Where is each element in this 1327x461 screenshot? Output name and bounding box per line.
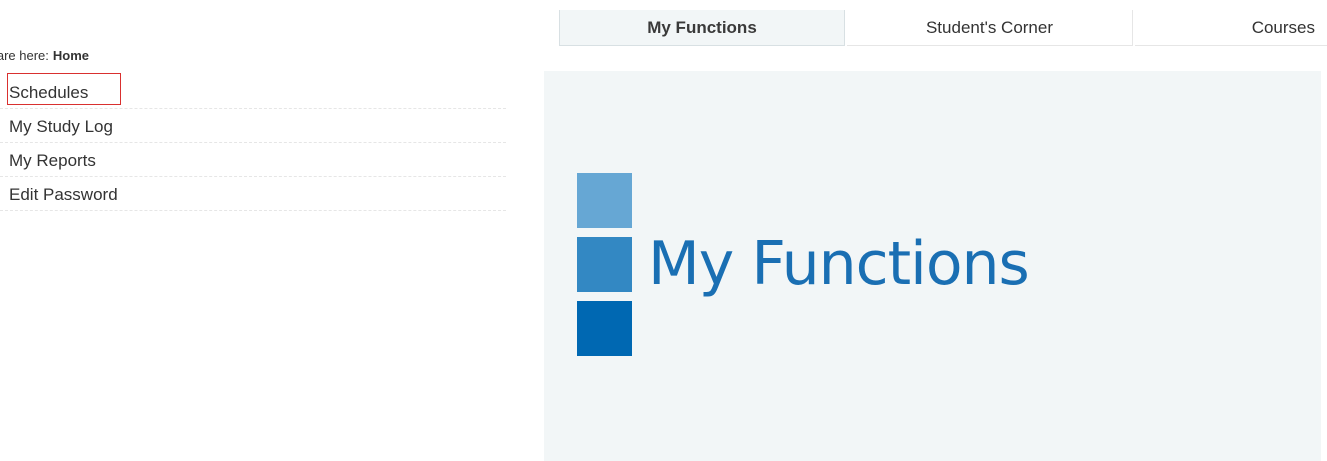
sidebar-item-my-reports[interactable]: My Reports: [0, 143, 506, 177]
hero-title: My Functions: [648, 229, 1030, 299]
sidebar-item-label[interactable]: Schedules: [9, 83, 88, 103]
sidebar-item-label[interactable]: My Reports: [9, 151, 96, 171]
side-menu: Schedules My Study Log My Reports Edit P…: [0, 73, 506, 211]
sidebar-item-edit-password[interactable]: Edit Password: [0, 177, 506, 211]
breadcrumb-current-home[interactable]: Home: [53, 48, 89, 63]
tab-students-corner[interactable]: Student's Corner: [847, 10, 1133, 46]
logo-block-dark: [577, 301, 632, 356]
hero-panel: My Functions: [544, 71, 1321, 461]
sidebar-item-label[interactable]: Edit Password: [9, 185, 118, 205]
tab-my-functions[interactable]: My Functions: [559, 10, 845, 46]
logo-block-mid: [577, 237, 632, 292]
sidebar-item-schedules[interactable]: Schedules: [0, 73, 506, 109]
logo-block-light: [577, 173, 632, 228]
sidebar-item-my-study-log[interactable]: My Study Log: [0, 109, 506, 143]
breadcrumb: u are here: Home: [0, 48, 200, 63]
tab-courses[interactable]: Courses: [1135, 10, 1327, 46]
breadcrumb-prefix: u are here:: [0, 48, 49, 63]
sidebar-item-label[interactable]: My Study Log: [9, 117, 113, 137]
